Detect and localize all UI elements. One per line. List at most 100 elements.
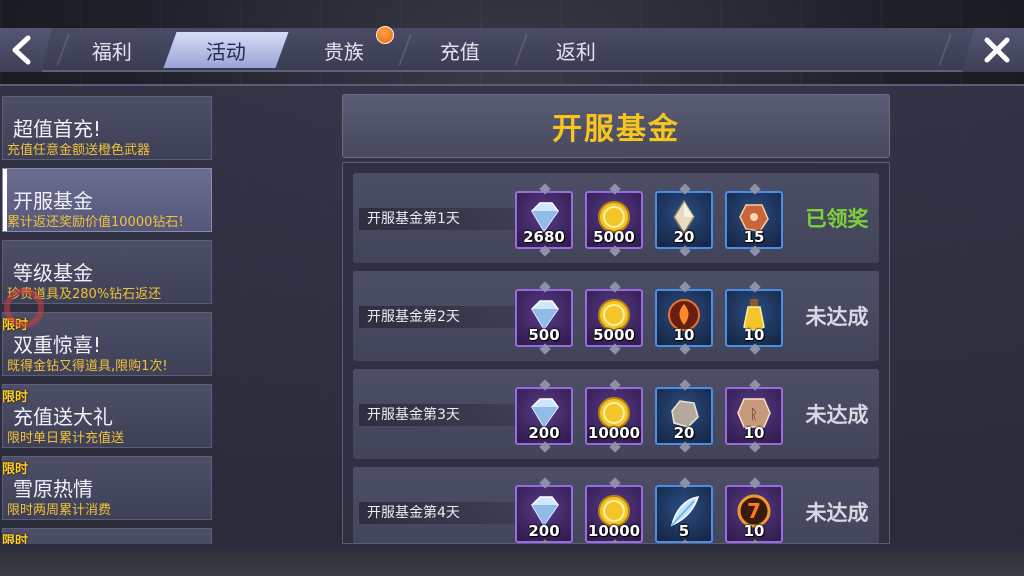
claim-status: 未达成 — [805, 305, 869, 329]
sidebar-item-title: 充值送大礼 — [13, 405, 113, 429]
reward-quantity: 10 — [743, 326, 765, 344]
close-icon — [984, 37, 1010, 63]
slot-pin — [609, 441, 621, 453]
page-title: 开服基金 — [552, 112, 680, 147]
svg-text:7: 7 — [747, 499, 761, 523]
slot-pin — [749, 477, 761, 489]
reward-quantity: 5000 — [593, 326, 635, 344]
reward-slot[interactable]: 5 — [655, 477, 713, 543]
reward-row-day-4: 开服基金第4天 200 10000 5 7 10 未达成 — [353, 467, 879, 543]
reward-slot[interactable]: 2680 — [515, 183, 573, 257]
floating-ring-icon — [4, 288, 44, 328]
reward-quantity: 10 — [673, 326, 695, 344]
close-button[interactable] — [962, 28, 1024, 72]
reward-slot[interactable]: 500 — [515, 281, 573, 355]
reward-quantity: 5000 — [593, 228, 635, 246]
sidebar-item-server-fund[interactable]: 开服基金 累计返还奖励价值10000钻石! — [2, 168, 212, 232]
reward-slot[interactable]: 200 — [515, 477, 573, 543]
reward-quantity: 200 — [528, 522, 560, 540]
sidebar-item-subtitle: 累计返还奖励价值10000钻石! — [7, 215, 184, 230]
reward-row-day-1: 开服基金第1天 2680 5000 20 15 已领奖 — [353, 173, 879, 263]
reward-slot[interactable]: 10 — [655, 281, 713, 355]
slot-pin — [749, 183, 761, 195]
claim-status: 已领奖 — [805, 207, 869, 231]
slot-pin — [749, 379, 761, 391]
claim-status: 未达成 — [805, 403, 869, 427]
reward-slot[interactable]: 10000 — [585, 379, 643, 453]
reward-row-day-2: 开服基金第2天 500 5000 10 10 未达成 — [353, 271, 879, 361]
tab-label: 活动 — [206, 39, 246, 64]
slot-pin — [749, 441, 761, 453]
slot-pin — [539, 539, 551, 543]
sidebar-item-snowfield-passion[interactable]: 雪原热情 限时两周累计消费 — [2, 456, 212, 520]
reward-slot[interactable]: 10000 — [585, 477, 643, 543]
reward-quantity: 10000 — [587, 424, 641, 442]
top-tab-bar: 福利 活动 贵族 充值 返利 — [0, 28, 1024, 72]
sidebar-item-title: 开服基金 — [13, 189, 93, 213]
slot-pin — [679, 477, 691, 489]
slot-pin — [679, 441, 691, 453]
tab-recharge[interactable]: 充值 — [397, 32, 522, 68]
tab-label: 贵族 — [324, 39, 364, 64]
reward-slot[interactable]: 5000 — [585, 183, 643, 257]
slot-pin — [679, 343, 691, 355]
slot-pin — [539, 379, 551, 391]
chevron-left-icon — [12, 35, 31, 65]
slot-pin — [539, 343, 551, 355]
slot-pin — [609, 183, 621, 195]
reward-slot[interactable]: ᚱ 10 — [725, 379, 783, 453]
reward-quantity: 5 — [678, 522, 690, 540]
slot-pin — [539, 477, 551, 489]
slot-pin — [749, 245, 761, 257]
sidebar-item-title: 雪原热情 — [13, 477, 93, 501]
slot-pin — [749, 343, 761, 355]
reward-slot[interactable]: 20 — [655, 379, 713, 453]
reward-slot[interactable]: 15 — [725, 183, 783, 257]
fund-reward-list: 开服基金第1天 2680 5000 20 15 已领奖 开服基金第2天 500 … — [342, 162, 890, 544]
reward-quantity: 10 — [743, 522, 765, 540]
slot-pin — [609, 343, 621, 355]
reward-slot[interactable]: 20 — [655, 183, 713, 257]
row-label: 开服基金第4天 — [359, 502, 519, 524]
sidebar-item-title: 等级基金 — [13, 261, 93, 285]
reward-quantity: 15 — [743, 228, 765, 246]
slot-pin — [539, 245, 551, 257]
slot-pin — [679, 539, 691, 543]
slot-pin — [749, 539, 761, 543]
notification-dot — [376, 26, 394, 44]
row-label: 开服基金第2天 — [359, 306, 519, 328]
sidebar-item-title: 超值首充! — [13, 117, 102, 141]
slot-pin — [609, 281, 621, 293]
sidebar-item-more[interactable] — [2, 528, 212, 544]
reward-slot[interactable]: 10 — [725, 281, 783, 355]
back-button[interactable] — [0, 28, 52, 72]
reward-row-day-3: 开服基金第3天 200 10000 20 ᚱ 10 未达成 — [353, 369, 879, 459]
tab-label: 返利 — [556, 39, 596, 64]
reward-quantity: 200 — [528, 424, 560, 442]
slot-pin — [609, 477, 621, 489]
tab-rebate[interactable]: 返利 — [513, 32, 638, 68]
reward-quantity: 2680 — [523, 228, 565, 246]
sidebar-item-subtitle: 限时单日累计充值送 — [7, 431, 125, 446]
sidebar-item-subtitle: 限时两周累计消费 — [7, 503, 112, 518]
sidebar-item-first-recharge[interactable]: 超值首充! 充值任意金额送橙色武器 — [2, 96, 212, 160]
slot-pin — [679, 379, 691, 391]
reward-slot[interactable]: 200 — [515, 379, 573, 453]
claim-status: 未达成 — [805, 501, 869, 525]
sidebar-item-subtitle: 既得金钻又得道具,限购1次! — [7, 359, 168, 374]
tab-events[interactable]: 活动 — [163, 32, 289, 68]
reward-quantity: 500 — [528, 326, 560, 344]
reward-quantity: 10000 — [587, 522, 641, 540]
reward-slot[interactable]: 5000 — [585, 281, 643, 355]
limited-badge: 限时 — [2, 390, 29, 405]
svg-text:ᚱ: ᚱ — [750, 407, 758, 423]
reward-quantity: 20 — [673, 228, 695, 246]
sidebar-item-recharge-gift[interactable]: 充值送大礼 限时单日累计充值送 — [2, 384, 212, 448]
slot-pin — [609, 245, 621, 257]
reward-quantity: 10 — [743, 424, 765, 442]
reward-slot[interactable]: 7 10 — [725, 477, 783, 543]
sidebar-item-subtitle: 充值任意金额送橙色武器 — [7, 143, 151, 158]
reward-quantity: 20 — [673, 424, 695, 442]
tab-welfare[interactable]: 福利 — [49, 32, 174, 68]
slot-pin — [679, 183, 691, 195]
